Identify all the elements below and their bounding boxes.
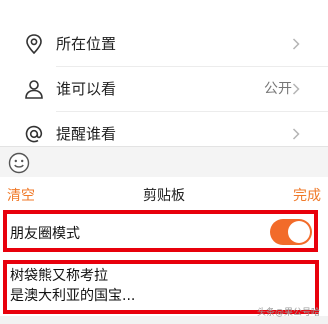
watermark: 头条@果公号哈 xyxy=(256,308,320,318)
at-sign-icon xyxy=(25,125,43,143)
clipboard-title: 剪贴板 xyxy=(143,188,185,204)
chevron-right-icon xyxy=(292,83,300,95)
clipboard-item-line-1: 树袋熊又称考拉 xyxy=(10,268,108,284)
moments-mode-label: 朋友圈模式 xyxy=(10,226,80,242)
input-toolbar xyxy=(0,146,328,177)
location-pin-icon xyxy=(26,34,42,55)
person-icon xyxy=(25,80,43,99)
clear-button[interactable]: 清空 xyxy=(7,185,35,205)
visibility-label: 谁可以看 xyxy=(56,80,117,98)
chevron-right-icon xyxy=(292,38,300,50)
post-options-panel: 所在位置 谁可以看 公开 提醒谁看 xyxy=(0,0,328,146)
emoji-icon[interactable] xyxy=(8,152,30,174)
done-button[interactable]: 完成 xyxy=(293,185,321,205)
remind-label: 提醒谁看 xyxy=(56,125,117,143)
visibility-value: 公开 xyxy=(264,81,292,97)
moments-mode-row: 朋友圈模式 xyxy=(3,210,318,252)
moments-mode-toggle[interactable] xyxy=(270,219,312,245)
chevron-right-icon xyxy=(292,128,300,140)
clipboard-item-line-2: 是澳大利亚的国宝... xyxy=(10,288,136,304)
visibility-row[interactable]: 谁可以看 公开 xyxy=(0,67,328,111)
toggle-knob xyxy=(288,221,310,243)
location-row[interactable]: 所在位置 xyxy=(0,22,328,66)
clipboard-header: 剪贴板 清空 完成 xyxy=(0,177,328,213)
location-label: 所在位置 xyxy=(56,35,117,53)
